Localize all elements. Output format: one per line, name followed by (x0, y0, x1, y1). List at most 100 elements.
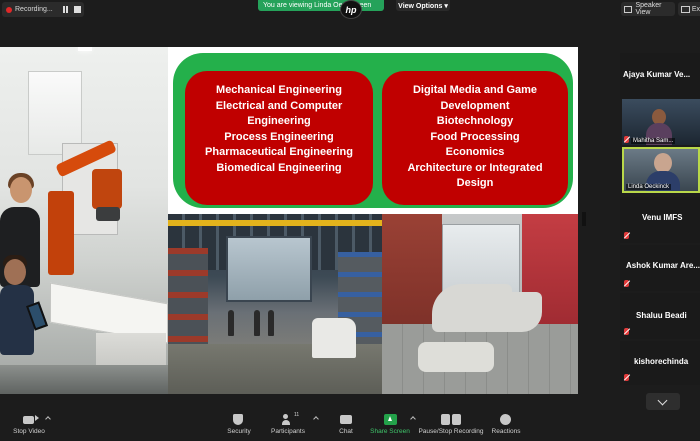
top-bar: Recording... You are viewing Linda Oe...… (0, 0, 700, 20)
program-item: Electrical and Computer (215, 99, 343, 112)
person-head (10, 177, 32, 203)
participant-tile[interactable]: Shaluu Beadi (620, 293, 700, 339)
speaker-view-label: Speaker View (635, 2, 662, 16)
program-item: Process Engineering (224, 130, 334, 143)
meeting-toolbar: Stop Video Security 11 Participants Chat… (0, 411, 700, 441)
hp-logo: hp (340, 0, 362, 19)
program-item: Biotechnology (436, 115, 514, 127)
participant-name: Ajaya Kumar Ve... (623, 70, 691, 79)
person-kneeling (0, 285, 34, 355)
engineering-programs-box: Mechanical Engineering Electrical and Co… (185, 71, 373, 205)
view-options-button[interactable]: View Options ▾ (396, 0, 450, 11)
share-options-chevron-icon[interactable] (410, 416, 416, 422)
share-screen-label: Share Screen (370, 428, 410, 435)
robot-arm-joint (92, 169, 122, 209)
participants-button[interactable]: 11 Participants (264, 412, 312, 441)
participant-name: kishorechinda (634, 357, 689, 366)
participant-name: Shaluu Beadi (636, 311, 687, 320)
recording-dot-icon (6, 6, 12, 13)
mic-muted-icon (624, 136, 629, 143)
participants-label: Participants (271, 428, 305, 435)
program-item: Design (456, 177, 494, 189)
program-item: Economics (445, 146, 505, 158)
recording-indicator: Recording... (2, 2, 84, 17)
stop-recording-icon[interactable] (73, 5, 82, 14)
participant-video-tile[interactable]: Mahitha Sam... (622, 99, 700, 145)
program-item: Food Processing (430, 130, 520, 143)
stop-video-label: Stop Video (13, 428, 45, 435)
hall-window (226, 236, 312, 302)
concrete-furniture-photo (382, 214, 578, 394)
viewing-screen-banner: You are viewing Linda Oe... screen (258, 0, 384, 11)
participant-name: Linda Oeckinck (626, 184, 672, 190)
share-screen-icon (384, 414, 397, 425)
participant-name: Mahitha Sam... (631, 138, 676, 144)
mic-muted-icon (624, 280, 629, 287)
exit-fullscreen-label: Ex (691, 5, 700, 13)
participant-video-tile-active[interactable]: Linda Oeckinck (622, 147, 700, 193)
participant-gallery: Ajaya Kumar Ve... Mahitha Sam... Linda O… (620, 53, 700, 385)
person-head (4, 259, 26, 285)
person-figure (228, 310, 234, 336)
security-label: Security (227, 428, 251, 435)
speaker-view-button[interactable]: Speaker View (621, 2, 675, 16)
recording-label: Recording... (15, 6, 53, 13)
person-figure (268, 310, 274, 336)
overhead-crane (168, 220, 382, 226)
speaker-view-icon (624, 5, 633, 13)
green-panel: Mechanical Engineering Electrical and Co… (173, 53, 573, 208)
lounge-chair (472, 292, 542, 332)
person-figure (254, 310, 260, 336)
exit-fullscreen-button[interactable]: Ex (678, 2, 700, 16)
participant-count: 11 (294, 412, 300, 418)
robot-tool (96, 207, 120, 221)
program-item: Biomedical Engineering (216, 161, 342, 174)
shared-screen: Mechanical Engineering Electrical and Co… (0, 47, 578, 394)
scroll-down-button[interactable] (646, 393, 680, 410)
industrial-hall-photo (168, 214, 382, 394)
program-item: Engineering (247, 115, 311, 127)
participant-name: Ashok Kumar Are... (626, 261, 700, 270)
pause-stop-icon (441, 414, 461, 425)
mic-muted-icon (624, 232, 629, 239)
reactions-button[interactable]: Reactions (490, 414, 522, 441)
participant-face (654, 153, 672, 173)
shield-icon (233, 414, 245, 425)
participant-tile[interactable]: kishorechinda (620, 341, 700, 385)
reactions-label: Reactions (491, 428, 521, 435)
mic-muted-icon (624, 374, 629, 381)
concrete-bench (418, 342, 494, 372)
engineering-programs-graphic: Mechanical Engineering Electrical and Co… (168, 47, 578, 214)
ceiling-light (78, 47, 92, 51)
chat-icon (340, 414, 352, 425)
pause-recording-icon[interactable] (61, 5, 70, 14)
zoom-meeting-window: Recording... You are viewing Linda Oe...… (0, 0, 700, 441)
robot-base (48, 191, 74, 275)
robot-lab-photo (0, 47, 168, 394)
participants-options-chevron-icon[interactable] (313, 416, 319, 422)
program-item: Pharmaceutical Engineering (205, 146, 353, 158)
program-item: Development (440, 99, 510, 112)
stop-video-button[interactable]: Stop Video (12, 414, 46, 441)
participants-icon: 11 (282, 412, 299, 425)
security-button[interactable]: Security (224, 414, 254, 441)
mic-muted-icon (624, 328, 629, 335)
participant-name: Venu IMFS (642, 213, 683, 222)
program-item: Digital Media and Game (412, 84, 538, 96)
participant-tile[interactable]: Ashok Kumar Are... (620, 245, 700, 291)
program-item: Architecture or Integrated (407, 161, 543, 174)
other-programs-box: Digital Media and Game Development Biote… (382, 71, 568, 205)
program-item: Mechanical Engineering (216, 84, 342, 96)
screen-edge-handle (582, 212, 586, 226)
chat-label: Chat (339, 428, 353, 435)
pause-stop-recording-button[interactable]: Pause/Stop Recording (418, 414, 484, 441)
pause-stop-recording-label: Pause/Stop Recording (418, 428, 484, 435)
smiley-icon (500, 414, 512, 425)
video-options-chevron-icon[interactable] (45, 416, 51, 422)
share-screen-button[interactable]: Share Screen (370, 414, 410, 441)
exit-fullscreen-icon (681, 5, 690, 13)
video-camera-icon (23, 414, 35, 425)
chat-button[interactable]: Chat (336, 414, 356, 441)
participant-tile[interactable]: Venu IMFS (620, 197, 700, 243)
participant-tile[interactable]: Ajaya Kumar Ve... (620, 53, 700, 99)
